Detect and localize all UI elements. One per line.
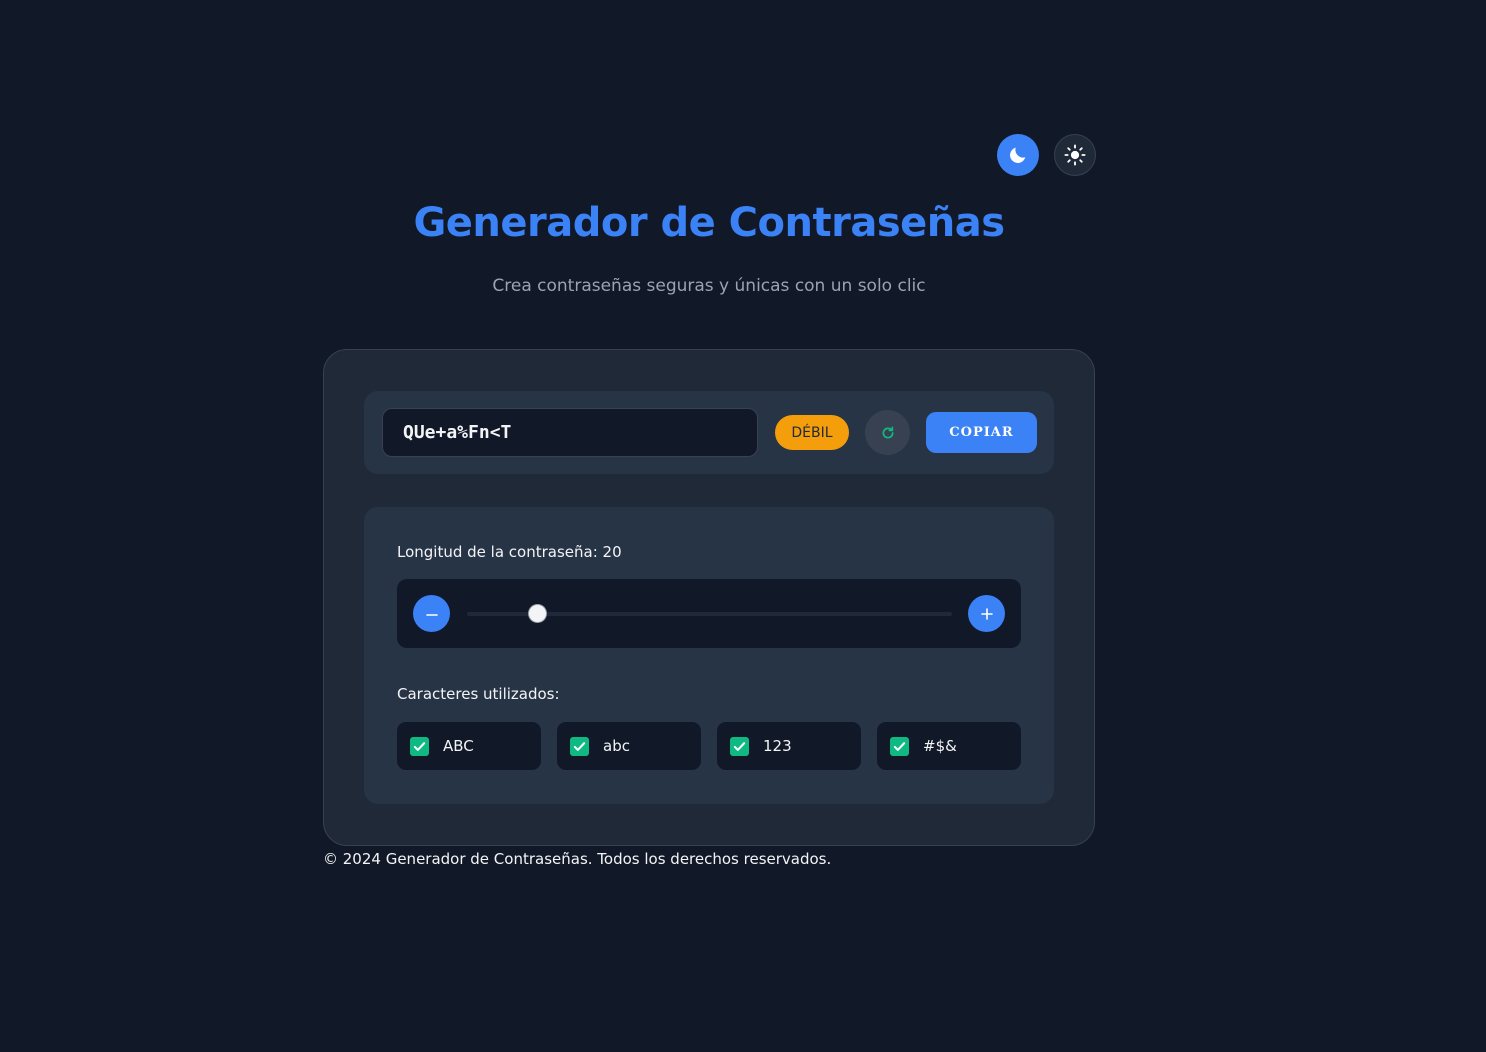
- check-icon: [893, 741, 906, 751]
- check-icon: [733, 741, 746, 751]
- generator-card: QUe+a%Fn<T DÉBIL COPIAR Longitud de la c…: [323, 349, 1095, 846]
- password-text: QUe+a%Fn<T: [403, 422, 512, 443]
- lowercase-checkbox[interactable]: [570, 736, 589, 756]
- symbols-checkbox[interactable]: [890, 736, 909, 756]
- minus-icon: [425, 613, 438, 616]
- copy-button[interactable]: COPIAR: [926, 412, 1037, 453]
- uppercase-checkbox[interactable]: [410, 736, 429, 756]
- footer-text: © 2024 Generador de Contraseñas. Todos l…: [323, 850, 832, 868]
- decrease-length-button[interactable]: [413, 595, 450, 632]
- length-label: Longitud de la contraseña: 20: [397, 543, 622, 561]
- option-label: ABC: [443, 737, 474, 755]
- option-label: 123: [763, 737, 792, 755]
- refresh-icon: [882, 425, 894, 439]
- dark-mode-button[interactable]: [997, 134, 1039, 176]
- option-label: #$&: [923, 737, 957, 755]
- page: Generador de Contraseñas Crea contraseña…: [0, 0, 1486, 1052]
- check-icon: [413, 741, 426, 751]
- strength-badge: DÉBIL: [775, 415, 849, 450]
- page-subtitle: Crea contraseñas seguras y únicas con un…: [492, 276, 926, 296]
- moon-icon: [1010, 147, 1026, 163]
- option-uppercase[interactable]: ABC: [397, 722, 541, 770]
- length-control: [397, 579, 1021, 648]
- length-slider-thumb[interactable]: [528, 605, 546, 622]
- check-icon: [573, 741, 586, 751]
- password-output[interactable]: QUe+a%Fn<T: [382, 408, 758, 457]
- option-label: abc: [603, 737, 630, 755]
- increase-length-button[interactable]: [968, 595, 1005, 632]
- light-mode-button[interactable]: [1054, 134, 1096, 176]
- numbers-checkbox[interactable]: [730, 736, 749, 756]
- sun-icon: [1064, 144, 1086, 166]
- option-lowercase[interactable]: abc: [557, 722, 701, 770]
- option-numbers[interactable]: 123: [717, 722, 861, 770]
- password-panel: QUe+a%Fn<T DÉBIL COPIAR: [364, 391, 1054, 474]
- plus-icon: [980, 607, 993, 620]
- regenerate-button[interactable]: [865, 410, 910, 455]
- settings-panel: Longitud de la contraseña: 20 Caracteres: [364, 507, 1054, 804]
- characters-label: Caracteres utilizados:: [397, 685, 560, 703]
- page-title: Generador de Contraseñas: [413, 200, 1005, 246]
- option-symbols[interactable]: #$&: [877, 722, 1021, 770]
